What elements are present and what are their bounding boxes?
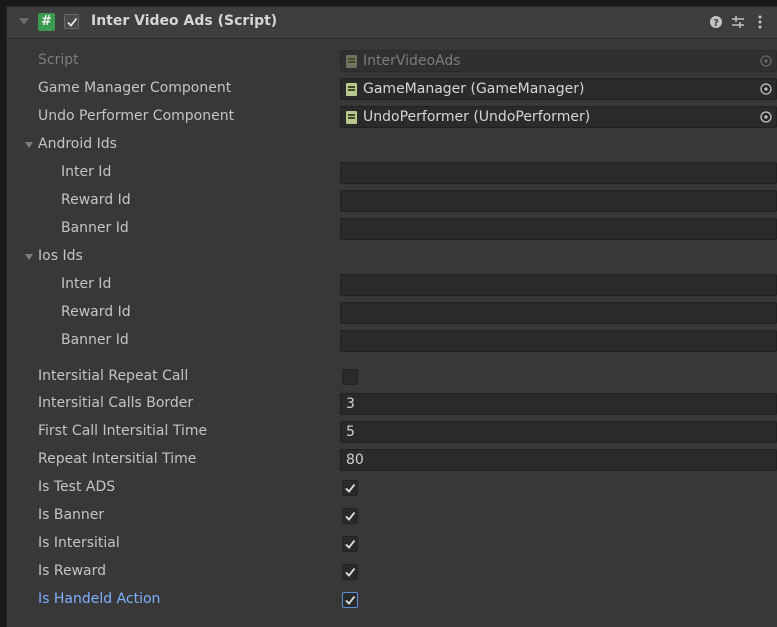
ios-banner-id-label: Banner Id	[61, 332, 129, 348]
android-inter-id-label: Inter Id	[61, 164, 112, 180]
is-test-ads-row: Is Test ADS	[7, 476, 777, 500]
is-handeld-action-checkbox[interactable]	[342, 592, 358, 608]
svg-text:?: ?	[713, 18, 719, 29]
android-reward-id-input[interactable]	[340, 190, 777, 212]
undo-performer-label: Undo Performer Component	[38, 108, 235, 124]
kebab-menu-icon[interactable]	[751, 12, 769, 32]
script-value: InterVideoAds	[363, 53, 461, 69]
component-asset-icon	[346, 83, 357, 96]
android-banner-id-input[interactable]	[340, 218, 777, 240]
is-banner-label: Is Banner	[38, 507, 105, 523]
android-banner-id-row: Banner Id	[7, 217, 777, 241]
ios-banner-id-input[interactable]	[340, 330, 777, 352]
script-asset-icon	[346, 55, 357, 68]
undo-performer-object-field[interactable]: UndoPerformer (UndoPerformer)	[340, 106, 777, 128]
is-reward-checkbox[interactable]	[342, 564, 358, 580]
is-test-ads-label: Is Test ADS	[38, 479, 116, 495]
ios-inter-id-input[interactable]	[340, 274, 777, 296]
script-icon: #	[38, 13, 55, 31]
checkmark-icon	[345, 567, 356, 577]
android-inter-id-row: Inter Id	[7, 161, 777, 185]
is-test-ads-checkbox[interactable]	[342, 480, 358, 496]
android-inter-id-input[interactable]	[340, 162, 777, 184]
ios-ids-label: Ios Ids	[38, 248, 83, 264]
preset-icon[interactable]	[729, 12, 747, 32]
ios-ids-foldout[interactable]: Ios Ids	[7, 245, 777, 269]
is-reward-row: Is Reward	[7, 560, 777, 584]
component-asset-icon	[346, 111, 357, 124]
undo-performer-row: Undo Performer Component UndoPerformer (…	[7, 105, 777, 129]
ios-banner-id-row: Banner Id	[7, 329, 777, 353]
ios-reward-id-input[interactable]	[340, 302, 777, 324]
object-picker-icon[interactable]	[759, 110, 773, 124]
help-icon[interactable]: ?	[707, 12, 725, 32]
intersitial-calls-border-label: Intersitial Calls Border	[38, 395, 194, 411]
android-reward-id-row: Reward Id	[7, 189, 777, 213]
game-manager-row: Game Manager Component GameManager (Game…	[7, 77, 777, 101]
is-banner-checkbox[interactable]	[342, 508, 358, 524]
script-row: Script InterVideoAds	[7, 49, 777, 73]
first-call-intersitial-time-row: First Call Intersitial Time 5	[7, 420, 777, 444]
is-intersitial-label: Is Intersitial	[38, 535, 120, 551]
foldout-arrow-icon[interactable]	[25, 254, 33, 260]
repeat-intersitial-time-value: 80	[346, 452, 364, 468]
component-title: Inter Video Ads (Script)	[91, 13, 278, 29]
android-ids-label: Android Ids	[38, 136, 117, 152]
intersitial-repeat-call-label: Intersitial Repeat Call	[38, 368, 189, 384]
checkmark-icon	[345, 483, 356, 493]
repeat-intersitial-time-row: Repeat Intersitial Time 80	[7, 448, 777, 472]
checkmark-icon	[345, 511, 356, 521]
first-call-intersitial-time-value: 5	[346, 424, 355, 440]
android-reward-id-label: Reward Id	[61, 192, 131, 208]
checkmark-icon	[67, 17, 78, 27]
script-object-field: InterVideoAds	[340, 50, 777, 72]
repeat-intersitial-time-input[interactable]: 80	[340, 449, 777, 471]
intersitial-calls-border-input[interactable]: 3	[340, 393, 777, 415]
is-intersitial-row: Is Intersitial	[7, 532, 777, 556]
object-picker-icon[interactable]	[759, 82, 773, 96]
ios-inter-id-label: Inter Id	[61, 276, 112, 292]
intersitial-calls-border-row: Intersitial Calls Border 3	[7, 392, 777, 416]
inspector-component-panel: # Inter Video Ads (Script) ? Script Inte…	[6, 6, 777, 627]
header-icon-group: ?	[707, 12, 771, 32]
intersitial-calls-border-value: 3	[346, 396, 355, 412]
script-label: Script	[38, 52, 79, 68]
foldout-arrow-icon[interactable]	[25, 142, 33, 148]
repeat-intersitial-time-label: Repeat Intersitial Time	[38, 451, 197, 467]
is-reward-label: Is Reward	[38, 563, 107, 579]
is-banner-row: Is Banner	[7, 504, 777, 528]
game-manager-object-field[interactable]: GameManager (GameManager)	[340, 78, 777, 100]
game-manager-value: GameManager (GameManager)	[363, 81, 585, 97]
is-intersitial-checkbox[interactable]	[342, 536, 358, 552]
android-banner-id-label: Banner Id	[61, 220, 129, 236]
foldout-arrow-icon[interactable]	[19, 18, 29, 25]
component-header[interactable]: # Inter Video Ads (Script) ?	[7, 7, 777, 39]
checkmark-icon	[345, 595, 356, 605]
first-call-intersitial-time-input[interactable]: 5	[340, 421, 777, 443]
ios-reward-id-label: Reward Id	[61, 304, 131, 320]
intersitial-repeat-call-checkbox[interactable]	[342, 369, 358, 385]
ios-reward-id-row: Reward Id	[7, 301, 777, 325]
ios-inter-id-row: Inter Id	[7, 273, 777, 297]
android-ids-foldout[interactable]: Android Ids	[7, 133, 777, 157]
checkmark-icon	[345, 539, 356, 549]
object-picker-icon	[760, 55, 772, 67]
is-handeld-action-row: Is Handeld Action	[7, 588, 777, 612]
game-manager-label: Game Manager Component	[38, 80, 232, 96]
first-call-intersitial-time-label: First Call Intersitial Time	[38, 423, 208, 439]
undo-performer-value: UndoPerformer (UndoPerformer)	[363, 109, 591, 125]
component-enabled-checkbox[interactable]	[64, 14, 79, 29]
is-handeld-action-label: Is Handeld Action	[38, 591, 161, 607]
intersitial-repeat-call-row: Intersitial Repeat Call	[7, 365, 777, 389]
